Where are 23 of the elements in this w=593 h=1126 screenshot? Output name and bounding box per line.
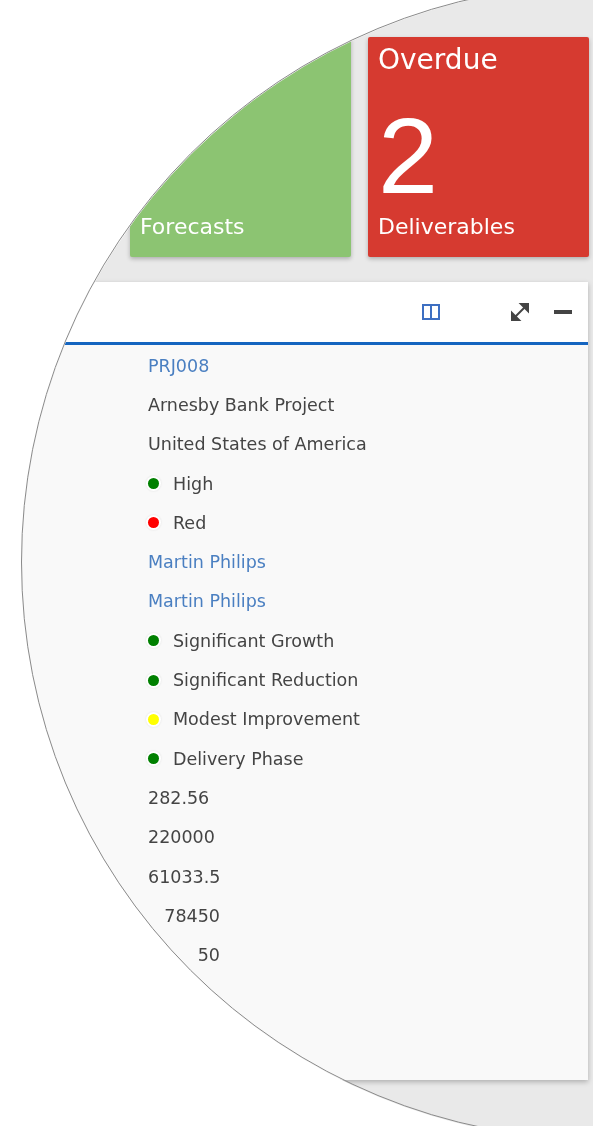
status-label: Modest Improvement [173, 709, 360, 730]
field-link[interactable]: Martin Philips [148, 552, 266, 573]
field-value: Arnesby Bank Project [148, 394, 335, 415]
summary-tile[interactable]: Overdue 2 Deliverables [368, 37, 589, 257]
field-value: 78450 [163, 905, 220, 926]
status-label: Significant Reduction [173, 670, 359, 690]
status-label: High [173, 473, 214, 494]
status-label: Delivery Phase [173, 748, 304, 769]
tile-title: Overdue [378, 43, 499, 76]
tile-label: Forecasts [140, 214, 246, 239]
field-link[interactable]: Martin Philips [148, 591, 266, 612]
tile-count: 2 [378, 102, 440, 210]
field-value: 220000 [148, 827, 215, 848]
field-value: 50 [196, 945, 220, 966]
expand-icon[interactable] [510, 302, 530, 322]
field-value: 61033.5 [148, 866, 221, 887]
status-label: Significant Growth [173, 630, 335, 651]
columns-icon[interactable] [422, 304, 440, 320]
field-value: United States of America [148, 434, 367, 455]
field-link[interactable]: PRJ008 [148, 355, 210, 376]
status-label: Red [173, 512, 207, 533]
field-value: 282.56 [148, 787, 210, 808]
tile-label: Deliverables [378, 214, 516, 239]
